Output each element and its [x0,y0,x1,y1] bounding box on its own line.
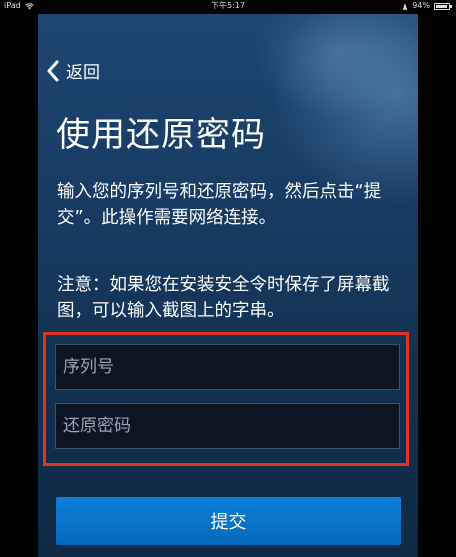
page-title: 使用还原密码 [56,115,266,155]
serial-number-input[interactable] [55,344,400,390]
back-label: 返回 [66,63,100,83]
rotation-lock-icon [402,3,408,10]
status-right: 94% [402,0,452,12]
restore-code-input[interactable] [55,403,400,449]
chevron-left-icon [47,60,59,81]
restore-panel: 返回 使用还原密码 输入您的序列号和还原密码，然后点击“提交”。此操作需要网络连… [38,14,418,557]
battery-percent: 94% [412,1,430,10]
back-button[interactable]: 返回 [46,58,100,83]
battery-icon [434,2,452,10]
note-text: 注意：如果您在安装安全令时保存了屏幕截图，可以输入截图上的字串。 [57,275,390,321]
status-bar: iPad 下午5:17 94% [0,0,456,12]
screen: iPad 下午5:17 94% 返回 使用还原密码 输入您的序列号和还原密码，然… [0,0,456,557]
instructions-text: 输入您的序列号和还原密码，然后点击“提交”。此操作需要网络连接。 [57,182,382,228]
status-time: 下午5:17 [211,1,245,10]
battery-level [436,4,448,8]
submit-button[interactable]: 提交 [56,497,401,545]
